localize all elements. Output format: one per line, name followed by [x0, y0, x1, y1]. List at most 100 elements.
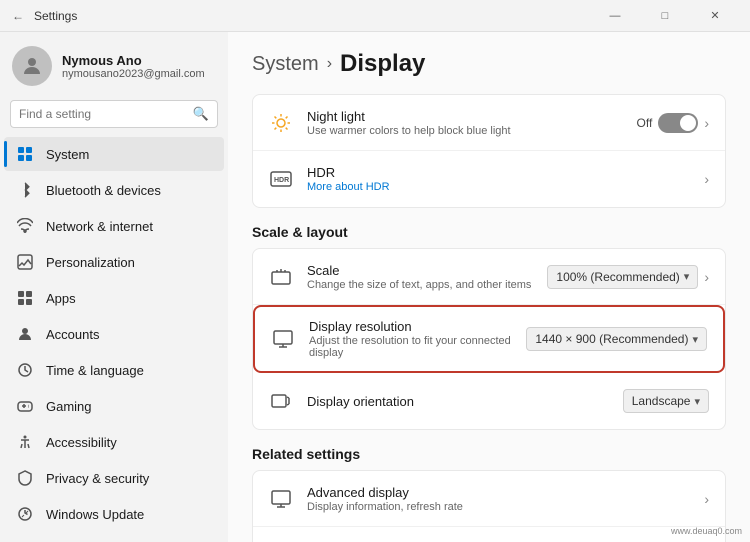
display-orientation-dropdown[interactable]: Landscape ▾: [623, 389, 709, 413]
avatar: [12, 46, 52, 86]
hdr-title: HDR: [307, 165, 690, 180]
user-email: nymousano2023@gmail.com: [62, 68, 205, 80]
gaming-icon: [16, 397, 34, 415]
nav-apps[interactable]: Apps: [4, 281, 224, 315]
night-light-value: Off: [637, 116, 653, 130]
graphics-row[interactable]: Graphics ›: [253, 527, 725, 542]
display-resolution-value: 1440 × 900 (Recommended): [535, 332, 688, 346]
maximize-button[interactable]: □: [642, 0, 688, 32]
scale-dropdown-arrow: ▾: [684, 270, 690, 283]
nav-bluetooth[interactable]: Bluetooth & devices: [4, 173, 224, 207]
scale-dropdown[interactable]: 100% (Recommended) ▾: [547, 265, 698, 289]
advanced-display-text: Advanced display Display information, re…: [307, 485, 690, 513]
scale-text: Scale Change the size of text, apps, and…: [307, 263, 533, 291]
windows-update-icon: [16, 505, 34, 523]
scale-row[interactable]: Scale Change the size of text, apps, and…: [253, 249, 725, 305]
display-orientation-title: Display orientation: [307, 394, 609, 409]
scale-layout-card: Scale Change the size of text, apps, and…: [252, 248, 726, 430]
main-layout: Nymous Ano nymousano2023@gmail.com 🔍 Sys…: [0, 32, 750, 542]
user-info: Nymous Ano nymousano2023@gmail.com: [62, 53, 205, 80]
minimize-button[interactable]: —: [592, 0, 638, 32]
display-orientation-icon: [269, 389, 293, 413]
display-resolution-control[interactable]: 1440 × 900 (Recommended) ▾: [526, 327, 707, 351]
nav-label-network: Network & internet: [46, 219, 153, 234]
nav-privacy[interactable]: Privacy & security: [4, 461, 224, 495]
nav-label-bluetooth: Bluetooth & devices: [46, 183, 161, 198]
nav-label-privacy: Privacy & security: [46, 471, 149, 486]
bluetooth-icon: [16, 181, 34, 199]
night-light-icon: [269, 111, 293, 135]
related-settings-card: Advanced display Display information, re…: [252, 470, 726, 542]
nav-personalization[interactable]: Personalization: [4, 245, 224, 279]
content-area: System › Display: [228, 32, 750, 542]
night-light-text: Night light Use warmer colors to help bl…: [307, 109, 623, 137]
orientation-dropdown-arrow: ▾: [694, 395, 700, 408]
advanced-display-chevron: ›: [704, 491, 709, 507]
breadcrumb: System › Display: [252, 50, 726, 78]
night-light-title: Night light: [307, 109, 623, 124]
back-button[interactable]: ←: [12, 9, 24, 23]
advanced-display-desc: Display information, refresh rate: [307, 501, 690, 513]
nav-label-accounts: Accounts: [46, 327, 99, 342]
hdr-link[interactable]: More about HDR: [307, 181, 390, 193]
display-orientation-control[interactable]: Landscape ▾: [623, 389, 709, 413]
svg-text:HDR: HDR: [274, 177, 289, 184]
nav-accounts[interactable]: Accounts: [4, 317, 224, 351]
night-light-row[interactable]: Night light Use warmer colors to help bl…: [253, 95, 725, 151]
hdr-desc: More about HDR: [307, 181, 690, 193]
scale-chevron: ›: [704, 269, 709, 285]
scale-desc: Change the size of text, apps, and other…: [307, 279, 533, 291]
hdr-text: HDR More about HDR: [307, 165, 690, 193]
nav-label-windows-update: Windows Update: [46, 507, 144, 522]
breadcrumb-parent: System: [252, 53, 319, 76]
nav-system[interactable]: System: [4, 137, 224, 171]
display-resolution-icon: [271, 327, 295, 351]
titlebar: ← Settings — □ ✕: [0, 0, 750, 32]
watermark: www.deuaq0.com: [671, 526, 742, 536]
breadcrumb-page: Display: [340, 50, 425, 78]
night-light-chevron: ›: [704, 115, 709, 131]
search-input[interactable]: [19, 107, 187, 121]
hdr-chevron: ›: [704, 171, 709, 187]
window-controls: — □ ✕: [592, 0, 738, 32]
hdr-icon: HDR: [269, 167, 293, 191]
toggle-knob: [680, 115, 696, 131]
user-profile[interactable]: Nymous Ano nymousano2023@gmail.com: [0, 32, 228, 96]
nav-label-personalization: Personalization: [46, 255, 135, 270]
display-orientation-value: Landscape: [632, 394, 691, 408]
nav-label-accessibility: Accessibility: [46, 435, 117, 450]
display-orientation-row[interactable]: Display orientation Landscape ▾: [253, 373, 725, 429]
display-resolution-desc: Adjust the resolution to fit your connec…: [309, 335, 512, 359]
scale-value: 100% (Recommended): [556, 270, 679, 284]
nav-gaming[interactable]: Gaming: [4, 389, 224, 423]
resolution-dropdown-arrow: ▾: [692, 333, 698, 346]
top-settings-card: Night light Use warmer colors to help bl…: [252, 94, 726, 208]
nav-label-system: System: [46, 147, 89, 162]
accounts-icon: [16, 325, 34, 343]
display-resolution-text: Display resolution Adjust the resolution…: [309, 319, 512, 359]
scale-layout-header: Scale & layout: [252, 224, 726, 240]
nav-network[interactable]: Network & internet: [4, 209, 224, 243]
search-bar[interactable]: 🔍: [10, 100, 218, 128]
search-icon: 🔍: [193, 106, 209, 122]
display-resolution-dropdown[interactable]: 1440 × 900 (Recommended) ▾: [526, 327, 707, 351]
display-resolution-row[interactable]: Display resolution Adjust the resolution…: [253, 305, 725, 373]
advanced-display-row[interactable]: Advanced display Display information, re…: [253, 471, 725, 527]
time-icon: [16, 361, 34, 379]
user-name: Nymous Ano: [62, 53, 205, 68]
nav-time[interactable]: Time & language: [4, 353, 224, 387]
personalization-icon: [16, 253, 34, 271]
hdr-row[interactable]: HDR HDR More about HDR ›: [253, 151, 725, 207]
hdr-control: ›: [704, 171, 709, 187]
night-light-toggle[interactable]: [658, 113, 698, 133]
accessibility-icon: [16, 433, 34, 451]
system-icon: [16, 145, 34, 163]
close-button[interactable]: ✕: [692, 0, 738, 32]
scale-control[interactable]: 100% (Recommended) ▾ ›: [547, 265, 709, 289]
nav-accessibility[interactable]: Accessibility: [4, 425, 224, 459]
nav-windows-update[interactable]: Windows Update: [4, 497, 224, 531]
breadcrumb-arrow: ›: [327, 55, 332, 73]
night-light-desc: Use warmer colors to help block blue lig…: [307, 125, 623, 137]
scale-icon: [269, 265, 293, 289]
advanced-display-icon: [269, 487, 293, 511]
